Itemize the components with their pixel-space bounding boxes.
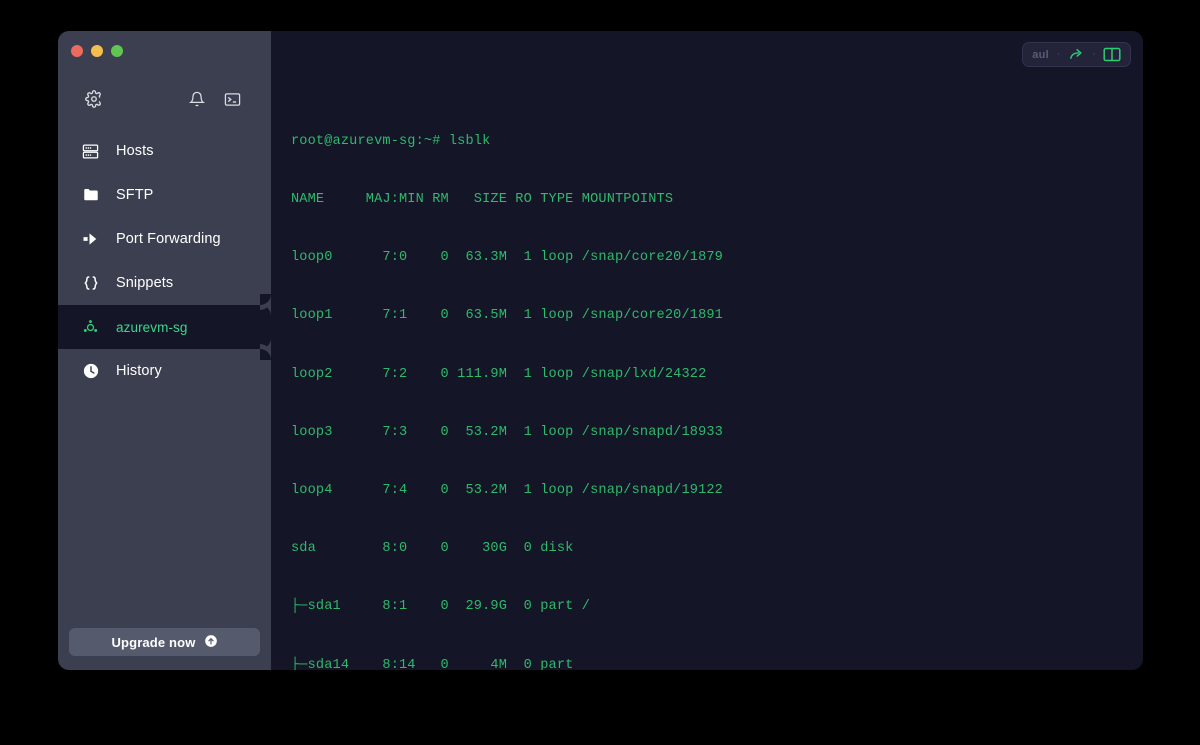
- terminal-line: loop3 7:3 0 53.2M 1 loop /snap/snapd/189…: [291, 424, 723, 440]
- arrow-up-circle-icon: [204, 634, 218, 651]
- sidebar-footer: Upgrade now: [58, 628, 271, 670]
- folder-icon: [81, 186, 100, 205]
- clock-icon: [81, 362, 100, 381]
- sidebar-item-label: History: [116, 363, 162, 379]
- window-minimize-button[interactable]: [91, 45, 103, 57]
- sidebar-item-label: Snippets: [116, 275, 174, 291]
- terminal-line: loop1 7:1 0 63.5M 1 loop /snap/core20/18…: [291, 308, 723, 324]
- braces-icon: [81, 274, 100, 293]
- sidebar-nav-list: Hosts SFTP Port Forwarding Snippets azur…: [58, 129, 271, 393]
- window-maximize-button[interactable]: [111, 45, 123, 57]
- sidebar-item-hosts[interactable]: Hosts: [58, 129, 271, 173]
- terminal-line: loop0 7:0 0 63.3M 1 loop /snap/core20/18…: [291, 250, 723, 266]
- sidebar-item-azurevm-sg[interactable]: azurevm-sg: [58, 294, 271, 360]
- bell-icon[interactable]: [184, 86, 210, 112]
- sidebar-item-history[interactable]: History: [58, 349, 271, 393]
- terminal-output[interactable]: root@azurevm-sg:~# lsblk NAME MAJ:MIN RM…: [271, 31, 1143, 670]
- terminal-line: loop2 7:2 0 111.9M 1 loop /snap/lxd/2432…: [291, 366, 707, 382]
- window-traffic-lights: [58, 31, 271, 67]
- sidebar-item-label: azurevm-sg: [116, 319, 188, 335]
- sidebar-item-label: SFTP: [116, 187, 154, 203]
- terminal-line: ├─sda1 8:1 0 29.9G 0 part /: [291, 599, 591, 615]
- sidebar-item-snippets[interactable]: Snippets: [58, 261, 271, 305]
- share-arrow-icon[interactable]: [1065, 45, 1087, 64]
- split-pane-icon[interactable]: [1101, 45, 1123, 64]
- sidebar-item-sftp[interactable]: SFTP: [58, 173, 271, 217]
- terminal-line: NAME MAJ:MIN RM SIZE RO TYPE MOUNTPOINTS: [291, 192, 674, 208]
- ai-assist-button[interactable]: aul: [1030, 45, 1052, 64]
- terminal-pane[interactable]: aul · · root@azurevm-sg:~# lsblk NAME MA…: [271, 31, 1143, 670]
- upgrade-now-label: Upgrade now: [111, 634, 196, 650]
- window-close-button[interactable]: [71, 45, 83, 57]
- terminal-app-window: Hosts SFTP Port Forwarding Snippets azur…: [58, 31, 1143, 670]
- sidebar: Hosts SFTP Port Forwarding Snippets azur…: [58, 31, 271, 670]
- sidebar-item-label: Hosts: [116, 143, 154, 159]
- sidebar-item-port-forwarding[interactable]: Port Forwarding: [58, 217, 271, 261]
- server-rack-icon: [81, 142, 100, 161]
- sidebar-item-label: Port Forwarding: [116, 231, 221, 247]
- upgrade-now-button[interactable]: Upgrade now: [69, 628, 260, 656]
- terminal-line: loop4 7:4 0 53.2M 1 loop /snap/snapd/191…: [291, 483, 723, 499]
- toolbar-divider: ·: [1092, 48, 1096, 60]
- terminal-icon[interactable]: [219, 86, 245, 112]
- ubuntu-icon: [81, 318, 100, 337]
- terminal-line: ├─sda14 8:14 0 4M 0 part: [291, 657, 582, 670]
- arrow-right-icon: [81, 230, 100, 249]
- terminal-line: sda 8:0 0 30G 0 disk: [291, 541, 582, 557]
- gear-icon[interactable]: [81, 86, 107, 112]
- toolbar-divider: ·: [1056, 48, 1061, 60]
- terminal-toolbar: aul · ·: [1021, 42, 1131, 67]
- sidebar-toolbar: [58, 81, 271, 117]
- terminal-line: root@azurevm-sg:~# lsblk: [291, 133, 491, 149]
